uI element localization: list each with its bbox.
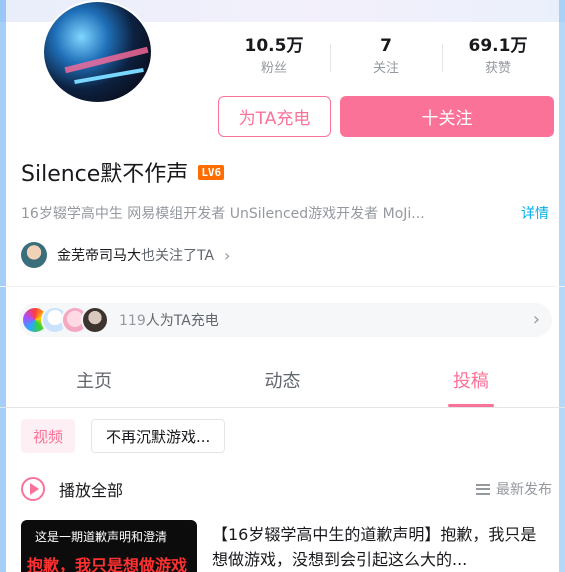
stat-fans[interactable]: 10.5万 粉丝 xyxy=(218,34,330,86)
follower-avatar xyxy=(21,242,47,268)
charge-count-suffix: 人为TA充电 xyxy=(145,313,219,329)
divider xyxy=(0,286,565,287)
charge-count-text: 119人为TA充电 xyxy=(119,310,219,330)
stat-likes[interactable]: 69.1万 获赞 xyxy=(442,34,554,86)
detail-link[interactable]: 详情 xyxy=(521,204,549,224)
username: Silence默不作声 xyxy=(21,162,189,187)
also-follow-text: 金芜帝司马大也关注了TA xyxy=(57,245,214,265)
stat-label: 粉丝 xyxy=(260,61,287,76)
video-title[interactable]: 【16岁辍学高中生的道歉声明】抱歉，我只是想做游戏，没想到会引起这么大的... xyxy=(212,522,552,572)
list-icon xyxy=(476,483,490,495)
thumbnail-headline: 抱歉，我只是想做游戏 xyxy=(27,556,188,572)
stat-value: 69.1万 xyxy=(468,36,528,56)
play-icon[interactable] xyxy=(21,477,45,501)
level-badge: LV6 xyxy=(198,164,225,180)
bio-text: 16岁辍学高中生 网易模组开发者 UnSilenced游戏开发者 MoJi... xyxy=(21,206,425,222)
chevron-right-icon: › xyxy=(532,309,540,330)
charger-avatar xyxy=(81,306,109,334)
thumbnail-caption: 这是一期道歉声明和澄清 xyxy=(35,530,168,544)
stat-label: 关注 xyxy=(372,61,399,76)
profile-stats: 10.5万 粉丝 7 关注 69.1万 获赞 xyxy=(218,34,554,86)
profile-tabs: 主页 动态 投稿 xyxy=(0,360,565,408)
sort-button[interactable]: 最新发布 xyxy=(476,479,552,499)
tab-uploads[interactable]: 投稿 xyxy=(377,360,565,407)
tab-dynamic[interactable]: 动态 xyxy=(188,360,376,407)
charge-list-bar[interactable]: 119人为TA充电 › xyxy=(19,303,552,337)
stat-label: 获赞 xyxy=(484,61,511,76)
tab-home[interactable]: 主页 xyxy=(0,360,188,407)
stat-value: 10.5万 xyxy=(244,36,304,56)
video-thumbnail[interactable]: 这是一期道歉声明和澄清 抱歉，我只是想做游戏 xyxy=(21,520,197,572)
chip-series[interactable]: 不再沉默游戏... xyxy=(91,419,226,453)
play-all-button[interactable]: 播放全部 xyxy=(59,477,123,501)
follower-name: 金芜帝司马大 xyxy=(57,248,141,264)
also-follow-suffix: 也关注了TA xyxy=(141,248,215,264)
stat-following[interactable]: 7 关注 xyxy=(330,34,442,86)
charger-avatars xyxy=(21,306,109,334)
sort-label: 最新发布 xyxy=(496,482,552,498)
filter-chips: 视频 不再沉默游戏... xyxy=(21,419,226,453)
also-follow-row[interactable]: 金芜帝司马大也关注了TA › xyxy=(21,241,230,269)
play-all-row: 播放全部 最新发布 xyxy=(21,474,552,504)
chip-video[interactable]: 视频 xyxy=(21,419,76,453)
name-row: Silence默不作声 LV6 xyxy=(21,156,225,188)
stat-value: 7 xyxy=(380,36,392,56)
avatar[interactable] xyxy=(42,0,153,104)
avatar-art xyxy=(74,67,144,85)
follow-button[interactable]: 十关注 xyxy=(340,96,554,137)
charge-count: 119 xyxy=(119,313,146,329)
charge-button[interactable]: 为TA充电 xyxy=(218,96,331,137)
chevron-right-icon: › xyxy=(224,245,231,265)
